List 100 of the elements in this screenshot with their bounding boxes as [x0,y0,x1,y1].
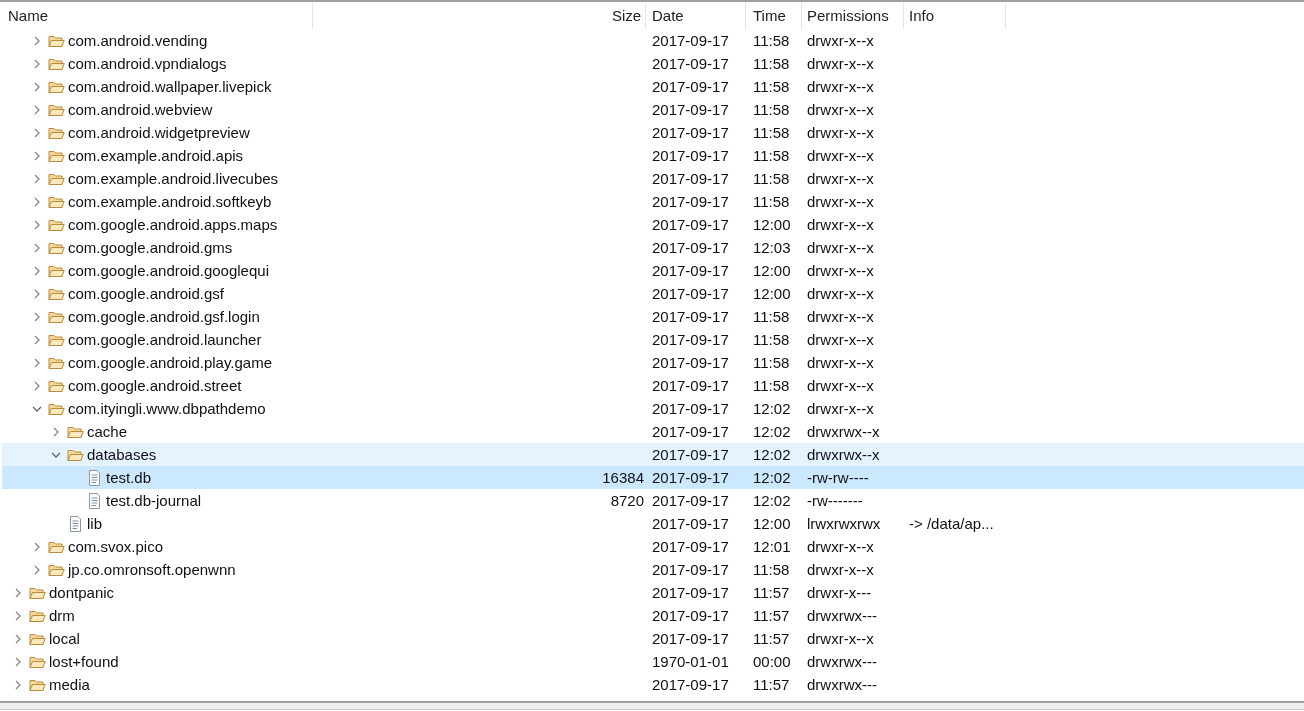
table-cell: 2017-09-17 [652,561,729,578]
tree-row[interactable]: com.google.android.gms 2017-09-17 12:03 drwxr-x--x [2,236,1304,259]
table-cell: 2017-09-17 [652,170,729,187]
tree-row[interactable]: cache 2017-09-17 12:02 drwxrwx--x [2,420,1304,443]
tree-row[interactable]: com.android.vending 2017-09-17 11:58 drwxr-x--x [2,29,1304,52]
table-cell: drwxr-x--x [807,78,874,95]
tree-row[interactable]: test.db-journal 8720 2017-09-17 12:02 -rw------- [2,489,1304,512]
chevron-right-icon[interactable] [32,265,42,276]
chevron-right-icon[interactable] [32,311,42,322]
chevron-right-icon[interactable] [13,610,23,621]
file-name: test.db-journal [106,492,202,509]
table-cell: drwxrwx--- [807,653,877,670]
tree-row[interactable]: lost+found 1970-01-01 00:00 drwxrwx--- [2,650,1304,673]
chevron-right-icon[interactable] [32,357,42,368]
column-header[interactable]: Permissions [802,2,904,29]
chevron-right-icon[interactable] [32,104,42,115]
chevron-right-icon[interactable] [32,334,42,345]
table-cell: 11:58 [753,170,790,187]
table-cell: 2017-09-17 [652,630,729,647]
chevron-right-icon[interactable] [32,127,42,138]
chevron-right-icon[interactable] [13,633,23,644]
folder-icon [29,585,46,600]
file-name: com.google.android.gsf [68,285,224,302]
file-name: com.example.android.livecubes [68,170,279,187]
file-name: com.google.android.googlequi [68,262,269,279]
table-cell: 12:02 [753,446,791,463]
tree-row[interactable]: databases 2017-09-17 12:02 drwxrwx--x [2,443,1304,466]
tree-row[interactable]: com.google.android.gsf.login 2017-09-17 11:58 drwxr-x--x [2,305,1304,328]
column-header[interactable]: Name [0,2,313,29]
tree-row[interactable]: com.android.wallpaper.livepick 2017-09-17 11:58 drwxr-x--x [2,75,1304,98]
table-cell: 2017-09-17 [652,55,729,72]
folder-icon [48,378,65,393]
tree-row[interactable]: com.google.android.googlequi 2017-09-17 12:00 drwxr-x--x [2,259,1304,282]
chevron-right-icon[interactable] [32,81,42,92]
chevron-right-icon[interactable] [13,679,23,690]
tree-row[interactable]: media 2017-09-17 11:57 drwxrwx--- [2,673,1304,696]
table-cell: 12:00 [753,515,791,532]
file-name: com.google.android.play.game [68,354,273,371]
chevron-right-icon[interactable] [32,380,42,391]
tree-row[interactable]: com.google.android.play.game 2017-09-17 11:58 drwxr-x--x [2,351,1304,374]
tree-row[interactable]: lib 2017-09-17 12:00 lrwxrwxrwx -> /data/ap... [2,512,1304,535]
tree-row[interactable]: drm 2017-09-17 11:57 drwxrwx--- [2,604,1304,627]
chevron-right-icon[interactable] [32,196,42,207]
horizontal-scrollbar[interactable] [0,701,1304,710]
tree-row[interactable]: com.example.android.softkeyb 2017-09-17 11:58 drwxr-x--x [2,190,1304,213]
table-cell: 11:58 [753,331,790,348]
table-cell: drwxr-x--x [807,147,874,164]
chevron-right-icon[interactable] [13,587,23,598]
table-cell: 12:02 [753,400,791,417]
column-header[interactable]: Date [646,2,746,29]
file-name: com.example.android.softkeyb [68,193,272,210]
tree-row[interactable]: com.svox.pico 2017-09-17 12:01 drwxr-x--x [2,535,1304,558]
table-cell: 12:00 [753,262,791,279]
table-cell: drwxr-x--x [807,262,874,279]
file-name: com.google.android.street [68,377,242,394]
chevron-right-icon[interactable] [13,656,23,667]
table-cell: lrwxrwxrwx [807,515,881,532]
tree-row[interactable]: com.android.widgetpreview 2017-09-17 11:58 drwxr-x--x [2,121,1304,144]
tree-row[interactable]: com.android.vpndialogs 2017-09-17 11:58 drwxr-x--x [2,52,1304,75]
table-cell: 11:57 [753,607,790,624]
table-cell: 11:57 [753,584,790,601]
column-header[interactable]: Info [904,2,1006,29]
chevron-right-icon[interactable] [32,150,42,161]
chevron-right-icon[interactable] [32,541,42,552]
chevron-right-icon[interactable] [32,35,42,46]
file-name: com.google.android.gms [68,239,233,256]
tree-row[interactable]: com.google.android.apps.maps 2017-09-17 12:00 drwxr-x--x [2,213,1304,236]
chevron-right-icon[interactable] [32,58,42,69]
tree-row[interactable]: com.google.android.gsf 2017-09-17 12:00 drwxr-x--x [2,282,1304,305]
file-name: com.android.vpndialogs [68,55,227,72]
column-header[interactable]: Size [610,2,646,29]
chevron-right-icon[interactable] [51,426,61,437]
table-cell: 11:58 [753,308,790,325]
tree-row[interactable]: com.android.webview 2017-09-17 11:58 drwxr-x--x [2,98,1304,121]
chevron-right-icon[interactable] [32,564,42,575]
tree-row[interactable]: com.google.android.launcher 2017-09-17 11:58 drwxr-x--x [2,328,1304,351]
table-cell: drwxr-x--x [807,331,874,348]
file-name: com.google.android.apps.maps [68,216,278,233]
tree-row[interactable]: local 2017-09-17 11:57 drwxr-x--x [2,627,1304,650]
document-icon [86,469,103,486]
column-header[interactable]: Time [746,2,802,29]
table-cell: 12:01 [753,538,791,555]
tree-row[interactable]: dontpanic 2017-09-17 11:57 drwxr-x--- [2,581,1304,604]
table-cell: 11:58 [753,354,790,371]
file-name: cache [87,423,128,440]
tree-row[interactable]: com.ityingli.www.dbpathdemo 2017-09-17 12:02 drwxr-x--x [2,397,1304,420]
table-cell: 2017-09-17 [652,400,729,417]
tree-row[interactable]: jp.co.omronsoft.openwnn 2017-09-17 11:58 drwxr-x--x [2,558,1304,581]
folder-icon [48,562,65,577]
table-cell: drwxr-x--x [807,354,874,371]
tree-row[interactable]: com.example.android.livecubes 2017-09-17 11:58 drwxr-x--x [2,167,1304,190]
tree-row[interactable]: com.example.android.apis 2017-09-17 11:58 drwxr-x--x [2,144,1304,167]
chevron-right-icon[interactable] [32,288,42,299]
chevron-right-icon[interactable] [32,219,42,230]
chevron-right-icon[interactable] [32,242,42,253]
chevron-right-icon[interactable] [32,173,42,184]
folder-icon [29,654,46,669]
tree-row[interactable]: test.db 16384 2017-09-17 12:02 -rw-rw---- [2,466,1304,489]
table-cell: drwxr-x--x [807,285,874,302]
tree-row[interactable]: com.google.android.street 2017-09-17 11:58 drwxr-x--x [2,374,1304,397]
